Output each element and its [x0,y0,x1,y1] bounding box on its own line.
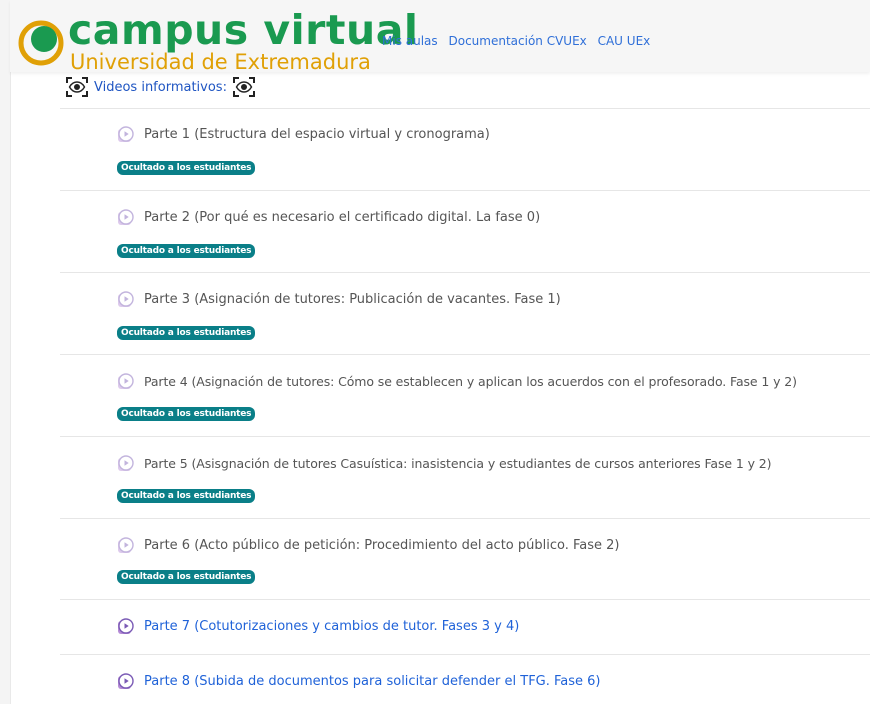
primary-navigation: Mis aulas Documentación CVUEx CAU UEx [382,34,657,48]
left-drawer-rail [0,0,11,704]
activity-row: Parte 5 (Asisgnación de tutores Casuísti… [60,437,870,519]
video-activity-icon [118,455,134,471]
eye-icon [232,77,255,97]
activity-title: Parte 1 (Estructura del espacio virtual … [144,126,490,142]
video-activity-icon [118,618,134,634]
activity-link[interactable]: Parte 1 (Estructura del espacio virtual … [117,125,490,143]
activity-link[interactable]: Parte 6 (Acto público de petición: Proce… [117,536,620,554]
hidden-from-students-badge: Ocultado a los estudiantes [117,407,256,421]
logo-mark-icon [18,20,64,66]
activity-title: Parte 8 (Subida de documentos para solic… [144,673,601,689]
nav-link-mis-aulas[interactable]: Mis aulas [382,34,438,48]
activity-row: Parte 8 (Subida de documentos para solic… [60,655,870,704]
top-navbar: campus virtual Universidad de Extremadur… [10,0,870,74]
activity-link[interactable]: Parte 3 (Asignación de tutores: Publicac… [117,290,561,308]
activity-row: Parte 1 (Estructura del espacio virtual … [60,109,870,191]
activity-title: Parte 3 (Asignación de tutores: Publicac… [144,291,561,307]
hidden-from-students-badge: Ocultado a los estudiantes [117,161,256,175]
logo-subtitle: Universidad de Extremadura [70,50,371,74]
section-title[interactable]: Videos informativos: [94,80,227,95]
activity-row: Parte 4 (Asignación de tutores: Cómo se … [60,355,870,437]
video-activity-icon [118,537,134,553]
activity-title: Parte 2 (Por qué es necesario el certifi… [144,209,541,225]
activity-link[interactable]: Parte 5 (Asisgnación de tutores Casuísti… [117,454,771,472]
logo-title: campus virtual [68,6,419,54]
video-activity-icon [118,126,134,142]
activity-link[interactable]: Parte 7 (Cotutorizaciones y cambios de t… [117,617,519,635]
video-activity-icon [118,209,134,225]
activity-link[interactable]: Parte 8 (Subida de documentos para solic… [117,672,601,690]
nav-link-cau[interactable]: CAU UEx [598,34,651,48]
activity-title: Parte 7 (Cotutorizaciones y cambios de t… [144,618,520,634]
nav-link-documentacion[interactable]: Documentación CVUEx [448,34,586,48]
hidden-from-students-badge: Ocultado a los estudiantes [117,244,256,258]
activity-row: Parte 2 (Por qué es necesario el certifi… [60,191,870,273]
activity-row: Parte 3 (Asignación de tutores: Publicac… [60,273,870,355]
eye-icon [66,77,88,97]
activity-link[interactable]: Parte 4 (Asignación de tutores: Cómo se … [117,372,797,390]
video-activity-icon [118,373,134,389]
activity-title: Parte 4 (Asignación de tutores: Cómo se … [144,373,797,389]
activity-row: Parte 7 (Cotutorizaciones y cambios de t… [60,600,870,655]
hidden-from-students-badge: Ocultado a los estudiantes [117,489,256,503]
video-activity-icon [118,673,134,689]
video-activity-icon [118,291,134,307]
activity-link[interactable]: Parte 2 (Por qué es necesario el certifi… [117,208,540,226]
section-header: Videos informativos: [66,76,255,98]
activity-title: Parte 5 (Asisgnación de tutores Casuísti… [144,455,772,471]
hidden-from-students-badge: Ocultado a los estudiantes [117,570,256,584]
hidden-from-students-badge: Ocultado a los estudiantes [117,326,256,340]
activity-row: Parte 6 (Acto público de petición: Proce… [60,519,870,600]
site-logo[interactable]: campus virtual Universidad de Extremadur… [18,6,418,74]
activity-title: Parte 6 (Acto público de petición: Proce… [144,537,620,553]
